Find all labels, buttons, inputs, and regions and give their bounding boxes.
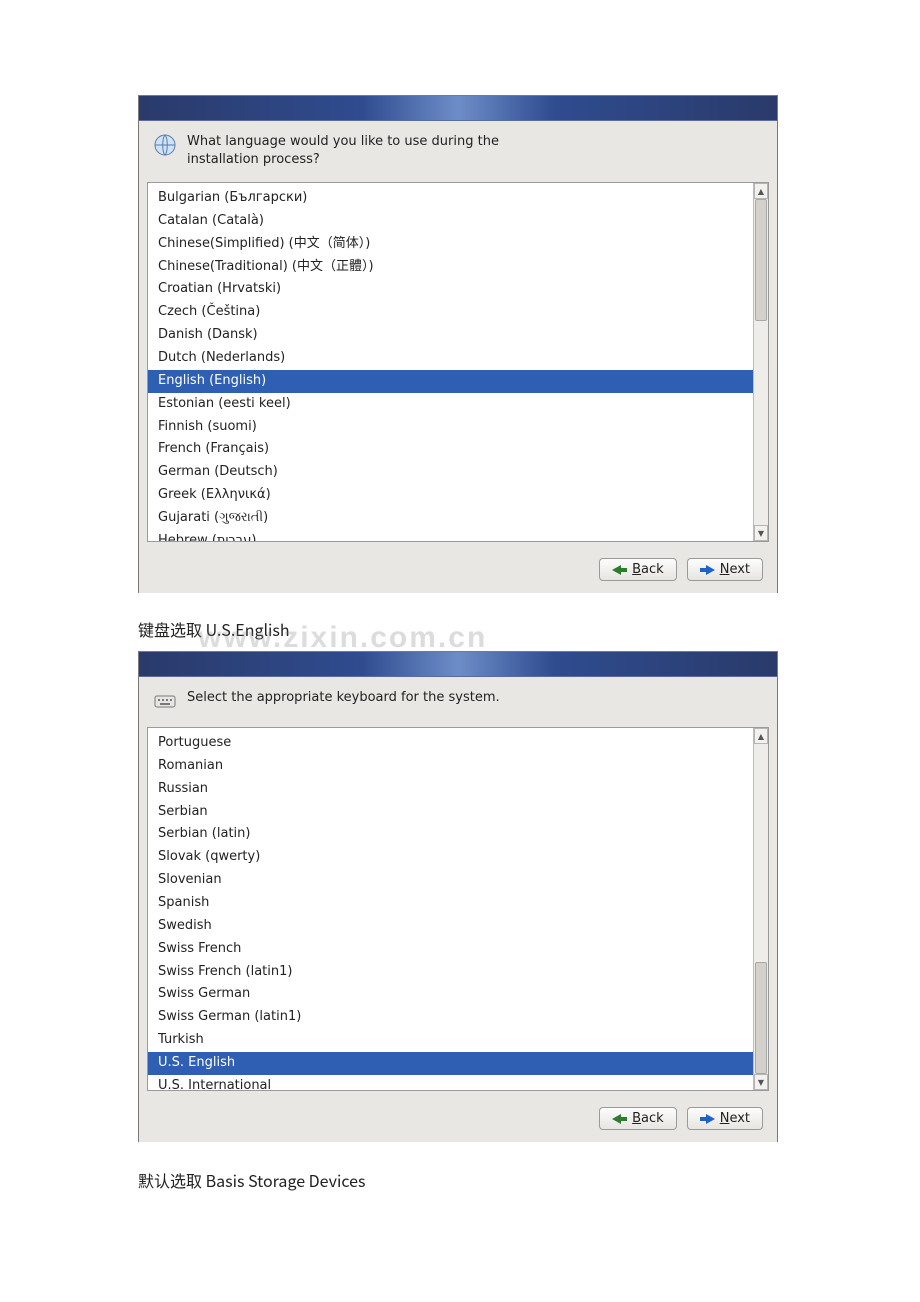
language-panel: What language would you like to use duri… — [138, 95, 778, 593]
language-prompt-text: What language would you like to use duri… — [187, 133, 507, 168]
language-option[interactable]: Chinese(Traditional) (中文（正體）) — [148, 256, 753, 279]
next-button-label: Next — [720, 1111, 750, 1126]
language-listbox[interactable]: Bulgarian (Български)Catalan (Català)Chi… — [148, 183, 753, 541]
keyboard-prompt-text: Select the appropriate keyboard for the … — [187, 689, 500, 707]
next-button[interactable]: Next — [687, 558, 763, 581]
caption-keyboard-text: 键盘选取 U.S.English — [138, 617, 290, 641]
keyboard-option[interactable]: Swiss French (latin1) — [148, 961, 753, 984]
keyboard-button-row: Back Next — [139, 1097, 777, 1142]
language-option[interactable]: English (English) — [148, 370, 753, 393]
keyboard-prompt-row: Select the appropriate keyboard for the … — [139, 677, 777, 727]
arrow-right-icon — [700, 565, 715, 575]
language-option[interactable]: Gujarati (ગુજરાતી) — [148, 507, 753, 530]
language-option[interactable]: Hebrew (עברית) — [148, 530, 753, 541]
globe-icon — [153, 133, 177, 157]
language-option[interactable]: Greek (Ελληνικά) — [148, 484, 753, 507]
next-button[interactable]: Next — [687, 1107, 763, 1130]
back-button-label: Back — [632, 562, 664, 577]
next-button-label: Next — [720, 562, 750, 577]
language-option[interactable]: Danish (Dansk) — [148, 324, 753, 347]
keyboard-option[interactable]: Portuguese — [148, 732, 753, 755]
back-button[interactable]: Back — [599, 558, 677, 581]
keyboard-panel: Select the appropriate keyboard for the … — [138, 651, 778, 1142]
language-option[interactable]: Czech (Čeština) — [148, 301, 753, 324]
back-button[interactable]: Back — [599, 1107, 677, 1130]
language-option[interactable]: Estonian (eesti keel) — [148, 393, 753, 416]
panel-banner — [139, 652, 777, 677]
scroll-thumb[interactable] — [755, 962, 767, 1074]
back-button-label: Back — [632, 1111, 664, 1126]
keyboard-option[interactable]: Spanish — [148, 892, 753, 915]
keyboard-scrollbar[interactable]: ▲ ▼ — [753, 728, 768, 1090]
scroll-up-icon[interactable]: ▲ — [754, 728, 768, 744]
language-option[interactable]: Bulgarian (Български) — [148, 187, 753, 210]
language-option[interactable]: Finnish (suomi) — [148, 416, 753, 439]
keyboard-option[interactable]: Swiss German (latin1) — [148, 1006, 753, 1029]
language-option[interactable]: Croatian (Hrvatski) — [148, 278, 753, 301]
keyboard-option[interactable]: Serbian (latin) — [148, 823, 753, 846]
panel-banner — [139, 96, 777, 121]
keyboard-option[interactable]: Swedish — [148, 915, 753, 938]
language-list-wrap: Bulgarian (Български)Catalan (Català)Chi… — [147, 182, 769, 542]
keyboard-option[interactable]: U.S. International — [148, 1075, 753, 1090]
scroll-track[interactable] — [754, 744, 768, 1074]
language-button-row: Back Next — [139, 548, 777, 593]
keyboard-option[interactable]: Russian — [148, 778, 753, 801]
language-option[interactable]: Dutch (Nederlands) — [148, 347, 753, 370]
scroll-thumb[interactable] — [755, 199, 767, 321]
keyboard-icon — [153, 689, 177, 713]
keyboard-option[interactable]: Romanian — [148, 755, 753, 778]
scroll-down-icon[interactable]: ▼ — [754, 1074, 768, 1090]
keyboard-option[interactable]: Turkish — [148, 1029, 753, 1052]
caption-storage: 默认选取 Basis Storage Devices — [138, 1168, 920, 1192]
language-option[interactable]: Catalan (Català) — [148, 210, 753, 233]
scroll-track[interactable] — [754, 199, 768, 525]
language-option[interactable]: French (Français) — [148, 438, 753, 461]
keyboard-option[interactable]: Slovak (qwerty) — [148, 846, 753, 869]
arrow-left-icon — [612, 565, 627, 575]
scroll-up-icon[interactable]: ▲ — [754, 183, 768, 199]
keyboard-listbox[interactable]: PortugueseRomanianRussianSerbianSerbian … — [148, 728, 753, 1090]
language-scrollbar[interactable]: ▲ ▼ — [753, 183, 768, 541]
caption-keyboard: 键盘选取 U.S.English www.zixin.com.cn — [138, 617, 920, 641]
keyboard-option[interactable]: Swiss German — [148, 983, 753, 1006]
arrow-right-icon — [700, 1114, 715, 1124]
keyboard-option[interactable]: U.S. English — [148, 1052, 753, 1075]
language-prompt-row: What language would you like to use duri… — [139, 121, 777, 182]
language-option[interactable]: German (Deutsch) — [148, 461, 753, 484]
keyboard-option[interactable]: Swiss French — [148, 938, 753, 961]
arrow-left-icon — [612, 1114, 627, 1124]
keyboard-option[interactable]: Serbian — [148, 801, 753, 824]
keyboard-list-wrap: PortugueseRomanianRussianSerbianSerbian … — [147, 727, 769, 1091]
keyboard-option[interactable]: Slovenian — [148, 869, 753, 892]
scroll-down-icon[interactable]: ▼ — [754, 525, 768, 541]
language-option[interactable]: Chinese(Simplified) (中文（简体）) — [148, 233, 753, 256]
